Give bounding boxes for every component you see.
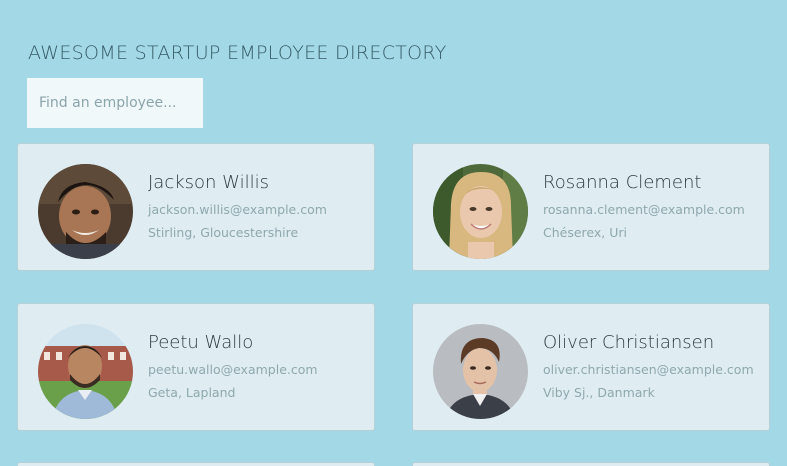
search-input[interactable]	[27, 78, 203, 128]
employee-name: Rosanna Clement	[543, 172, 702, 193]
employee-card[interactable]: Jackson Willis jackson.willis@example.co…	[17, 143, 375, 271]
employee-card-partial[interactable]	[17, 462, 375, 466]
man-grey-background-photo	[433, 324, 528, 419]
employee-location: Geta, Lapland	[148, 385, 236, 400]
employee-location: Stirling, Gloucestershire	[148, 225, 299, 240]
avatar	[433, 164, 528, 259]
man-dark-hair-photo	[38, 164, 133, 259]
employee-email: rosanna.clement@example.com	[543, 202, 745, 217]
employee-card[interactable]: Peetu Wallo peetu.wallo@example.com Geta…	[17, 303, 375, 431]
employee-email: peetu.wallo@example.com	[148, 362, 318, 377]
avatar	[38, 324, 133, 419]
employee-name: Oliver Christiansen	[543, 332, 715, 353]
employee-directory-page: Awesome Startup Employee Directory Jacks…	[0, 0, 787, 466]
page-title: Awesome Startup Employee Directory	[28, 42, 447, 64]
employee-location: Viby Sj., Danmark	[543, 385, 655, 400]
employee-name: Peetu Wallo	[148, 332, 254, 353]
employee-card[interactable]: Rosanna Clement rosanna.clement@example.…	[412, 143, 770, 271]
woman-blonde-photo	[433, 164, 528, 259]
employee-card-partial[interactable]	[412, 462, 770, 466]
employee-name: Jackson Willis	[148, 172, 269, 193]
employee-email: jackson.willis@example.com	[148, 202, 327, 217]
employee-location: Chéserex, Uri	[543, 225, 627, 240]
man-outdoor-photo	[38, 324, 133, 419]
employee-card[interactable]: Oliver Christiansen oliver.christiansen@…	[412, 303, 770, 431]
employee-email: oliver.christiansen@example.com	[543, 362, 754, 377]
avatar	[38, 164, 133, 259]
avatar	[433, 324, 528, 419]
